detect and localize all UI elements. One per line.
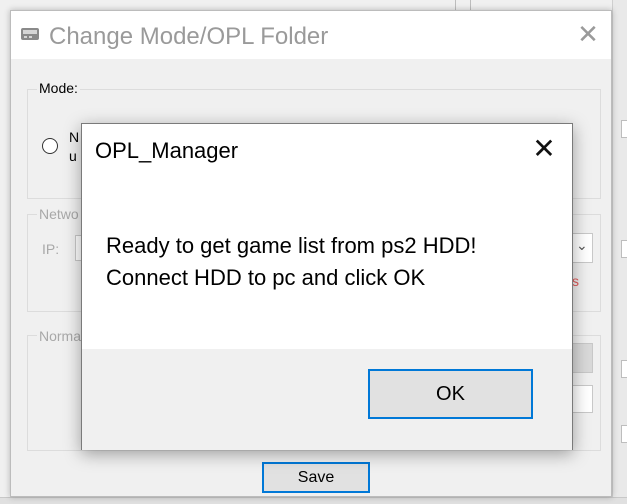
opl-manager-dialog: OPL_Manager ✕ Ready to get game list fro… <box>81 123 573 450</box>
mode-radio-option[interactable] <box>42 138 58 154</box>
network-group-label: Netwo <box>37 206 81 222</box>
mode-group-label: Mode: <box>37 80 80 96</box>
window-title: Change Mode/OPL Folder <box>49 23 329 50</box>
dialog-title: OPL_Manager <box>95 138 239 163</box>
background-window-edge <box>612 0 627 504</box>
ok-button[interactable]: OK <box>368 369 533 419</box>
background-field <box>621 425 627 443</box>
mode-option-label: u <box>69 148 77 164</box>
dialog-button-bar: OK <box>82 349 572 450</box>
mode-option-label: N <box>69 129 80 145</box>
close-icon[interactable]: ✕ <box>530 135 558 163</box>
close-icon[interactable]: ✕ <box>575 21 601 47</box>
change-mode-titlebar[interactable]: Change Mode/OPL Folder ✕ <box>11 11 611 59</box>
background-statusbar <box>0 497 627 504</box>
dialog-message: Ready to get game list from ps2 HDD! Con… <box>106 233 477 290</box>
app-icon <box>21 28 39 40</box>
background-field <box>621 360 627 378</box>
background-field <box>621 120 627 138</box>
save-button[interactable]: Save <box>262 462 370 493</box>
normal-group-label: Norma <box>37 328 84 344</box>
ip-label: IP: <box>42 241 60 257</box>
background-field <box>621 240 627 258</box>
network-warning-text: s <box>572 273 579 289</box>
chevron-down-icon: ⌄ <box>576 237 588 253</box>
